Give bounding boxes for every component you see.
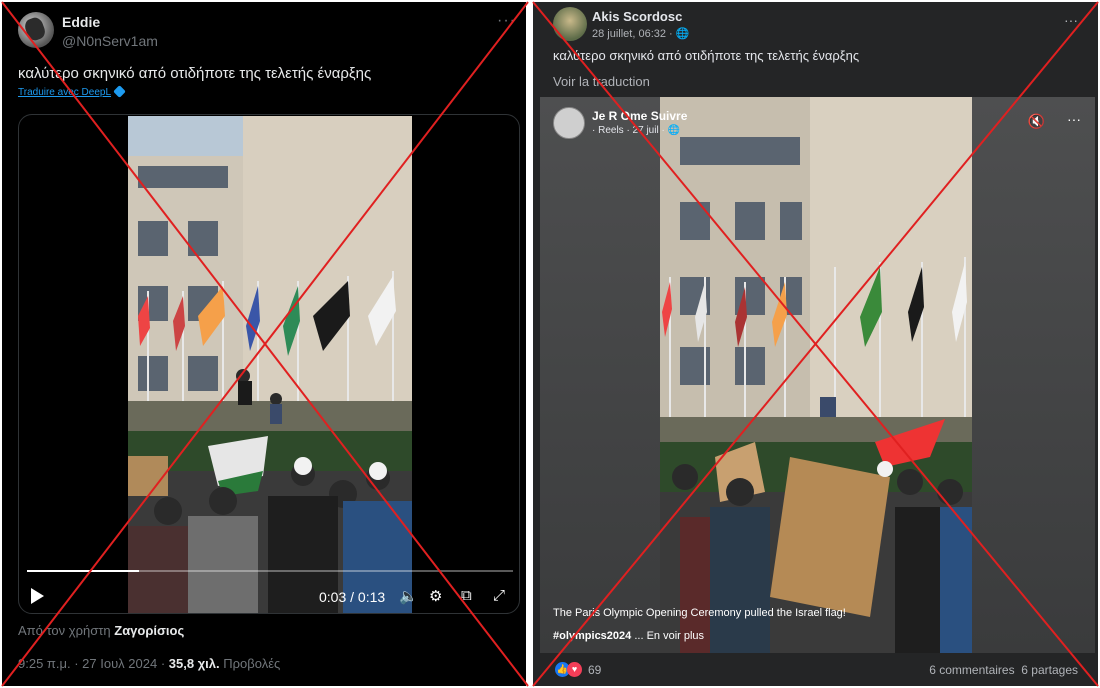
video-progress-fill	[27, 570, 139, 572]
tweet-author-name[interactable]: Eddie	[62, 14, 100, 30]
picture-in-picture-icon[interactable]: ⧉	[461, 587, 472, 604]
play-icon[interactable]	[31, 588, 44, 604]
fb-author-avatar[interactable]	[553, 7, 587, 41]
tweet-metadata: 9:25 π.μ. · 27 Ιουλ 2024 · 35,8 χιλ. Προ…	[18, 656, 280, 671]
mute-icon[interactable]: 🔇	[1028, 113, 1045, 130]
reel-meta: · Reels · 27 juil · 🌐	[592, 125, 680, 136]
fb-post-date[interactable]: 28 juillet, 06:32 · 🌐	[592, 27, 689, 40]
attribution-prefix: Από τον χρήστη	[18, 623, 111, 638]
tweet-avatar[interactable]	[18, 12, 54, 48]
reel-still-image	[660, 97, 972, 653]
reel-hashtag-line: #olympics2024 ... En voir plus	[553, 630, 704, 642]
fb-author-name[interactable]: Akis Scordosc	[592, 9, 682, 24]
tweet-panel: Eddie @N0nServ1am ··· καλύτερο σκηνικό α…	[0, 0, 528, 688]
reel-author-avatar[interactable]	[553, 107, 585, 139]
tweet-author-handle[interactable]: @N0nServ1am	[62, 33, 158, 49]
reel-frame	[660, 97, 972, 653]
reel-hashtag[interactable]: #olympics2024	[553, 630, 631, 642]
globe-small-icon: 🌐	[667, 125, 681, 136]
video-frame	[128, 116, 412, 613]
video-attribution: Από τον χρήστη Ζαγορίσιος	[18, 623, 184, 638]
settings-gear-icon[interactable]: ⚙	[429, 587, 442, 605]
reaction-count[interactable]: 69	[588, 663, 601, 677]
reel-caption: The Paris Olympic Opening Ceremony pulle…	[553, 607, 846, 619]
fb-post-text: καλύτερο σκηνικό από οτιδήποτε της τελετ…	[553, 48, 860, 63]
love-reaction-icon: ♥	[567, 662, 582, 677]
tweet-views-label: Προβολές	[223, 656, 281, 671]
reel-meta-text: · Reels · 27 juil ·	[592, 125, 665, 136]
reel-more-options-icon[interactable]: ···	[1067, 111, 1081, 127]
fb-post-date-text[interactable]: 28 juillet, 06:32 ·	[592, 28, 673, 40]
translate-link-label[interactable]: Traduire avec DeepL	[18, 87, 111, 98]
tweet-views-count: 35,8 χιλ.	[168, 656, 220, 671]
tweet-text: καλύτερο σκηνικό από οτιδήποτε της τελετ…	[18, 65, 372, 82]
comparison-screenshot: Eddie @N0nServ1am ··· καλύτερο σκηνικό α…	[0, 0, 1100, 688]
reel-see-more-link[interactable]: ... En voir plus	[634, 630, 704, 642]
globe-icon: 🌐	[675, 28, 690, 40]
fb-translate-link[interactable]: Voir la traduction	[553, 74, 650, 89]
video-still-image	[128, 116, 412, 613]
translate-link[interactable]: Traduire avec DeepL	[18, 85, 126, 98]
volume-icon[interactable]: 🔈	[399, 587, 418, 605]
fb-engagement-stats: 6 commentaires 6 partages	[929, 663, 1078, 677]
more-options-icon[interactable]: ···	[497, 12, 516, 30]
tweet-video-player[interactable]: 0:03 / 0:13 🔈 ⚙ ⧉ ⤢	[18, 114, 520, 614]
fb-more-options-icon[interactable]: ···	[1064, 12, 1078, 28]
fullscreen-icon[interactable]: ⤢	[493, 587, 505, 604]
facebook-panel: Akis Scordosc 28 juillet, 06:32 · 🌐 ··· …	[531, 0, 1100, 688]
deepl-icon	[113, 85, 126, 98]
fb-reel-video[interactable]: Je R Ome Suivre · Reels · 27 juil · 🌐 🔇 …	[540, 97, 1095, 653]
video-progress-bar[interactable]	[27, 570, 513, 572]
video-time: 0:03 / 0:13	[319, 589, 386, 605]
comments-count[interactable]: 6 commentaires	[929, 663, 1014, 677]
attribution-user[interactable]: Ζαγορίσιος	[114, 623, 184, 638]
tweet-timestamp[interactable]: 9:25 π.μ. · 27 Ιουλ 2024 ·	[18, 656, 165, 671]
shares-count[interactable]: 6 partages	[1021, 663, 1078, 677]
reel-author-name[interactable]: Je R Ome Suivre	[592, 109, 687, 123]
